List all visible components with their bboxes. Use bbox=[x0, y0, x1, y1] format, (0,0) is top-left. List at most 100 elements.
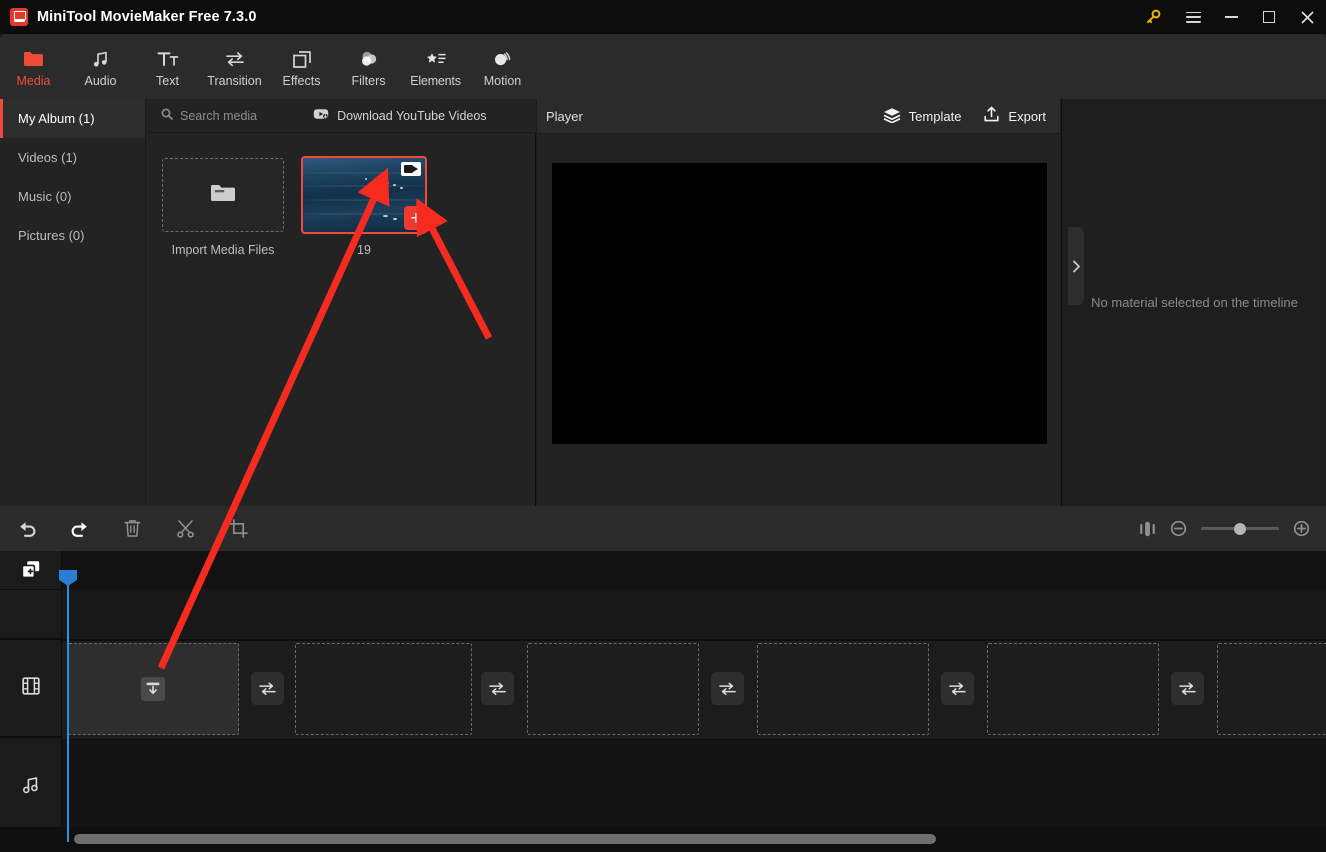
timeline-track-headers bbox=[0, 551, 62, 837]
download-youtube-button[interactable]: Download YouTube Videos bbox=[313, 108, 487, 123]
layers-stack-icon bbox=[883, 107, 901, 126]
redo-button[interactable] bbox=[53, 506, 106, 551]
tab-filters[interactable]: Filters bbox=[335, 34, 402, 99]
sidebar-item-label: Videos (1) bbox=[18, 150, 78, 165]
tab-transition-label: Transition bbox=[207, 74, 262, 89]
transition-arrows-icon bbox=[719, 682, 736, 695]
import-media-label: Import Media Files bbox=[171, 243, 275, 257]
maximize-icon[interactable] bbox=[1250, 0, 1288, 34]
transition-slot-3[interactable] bbox=[941, 672, 974, 705]
sidebar-item-pictures[interactable]: Pictures (0) bbox=[0, 216, 145, 255]
import-media-button[interactable] bbox=[162, 158, 284, 232]
tab-audio-label: Audio bbox=[84, 74, 117, 89]
search-icon bbox=[161, 108, 173, 123]
transition-arrows-icon bbox=[224, 49, 246, 69]
add-track-button[interactable] bbox=[0, 551, 61, 589]
delete-button[interactable] bbox=[106, 506, 159, 551]
menu-icon[interactable] bbox=[1174, 0, 1212, 34]
clip-slot-0[interactable] bbox=[67, 643, 239, 735]
export-label: Export bbox=[1008, 108, 1046, 124]
clip-slot-5[interactable] bbox=[1217, 643, 1326, 735]
clip-slot-3[interactable] bbox=[757, 643, 929, 735]
add-to-timeline-button[interactable]: + bbox=[404, 206, 425, 230]
sidebar-item-my-album[interactable]: My Album (1) bbox=[0, 99, 145, 138]
app-title: MiniTool MovieMaker Free 7.3.0 bbox=[37, 9, 257, 25]
zoom-handle[interactable] bbox=[1234, 522, 1246, 535]
tab-elements[interactable]: Elements bbox=[402, 34, 469, 99]
transition-arrows-icon bbox=[259, 682, 276, 695]
transition-slot-0[interactable] bbox=[251, 672, 284, 705]
clip-slot-4[interactable] bbox=[987, 643, 1159, 735]
crop-button[interactable] bbox=[212, 506, 265, 551]
search-input[interactable]: Search media bbox=[161, 108, 257, 123]
search-placeholder: Search media bbox=[180, 108, 258, 123]
player-title: Player bbox=[546, 108, 583, 124]
timeline-text-row[interactable] bbox=[62, 589, 1326, 640]
clip-slot-1[interactable] bbox=[295, 643, 472, 735]
export-button[interactable]: Export bbox=[983, 106, 1046, 126]
star-list-icon bbox=[425, 49, 447, 69]
film-strip-icon bbox=[21, 676, 41, 701]
zoom-in-button[interactable] bbox=[1293, 520, 1310, 537]
transition-slot-4[interactable] bbox=[1171, 672, 1204, 705]
minimize-icon[interactable] bbox=[1212, 0, 1250, 34]
sidebar-item-music[interactable]: Music (0) bbox=[0, 177, 145, 216]
tab-transition[interactable]: Transition bbox=[201, 34, 268, 99]
sidebar-item-label: My Album (1) bbox=[18, 111, 95, 126]
media-toolbar: Search media Download YouTube Videos bbox=[147, 99, 536, 133]
media-grid: Import Media Files + 19 bbox=[147, 133, 536, 257]
timeline-horizontal-scrollbar[interactable] bbox=[74, 834, 936, 844]
music-note-icon bbox=[91, 49, 110, 69]
text-tt-icon bbox=[157, 49, 179, 69]
timeline-ruler[interactable] bbox=[62, 551, 1326, 589]
player-header: Player Template Export bbox=[537, 99, 1060, 134]
fit-to-timeline-button[interactable] bbox=[1139, 521, 1156, 537]
property-panel: No material selected on the timeline bbox=[1061, 99, 1326, 506]
transition-slot-2[interactable] bbox=[711, 672, 744, 705]
transition-slot-1[interactable] bbox=[481, 672, 514, 705]
close-icon[interactable] bbox=[1288, 0, 1326, 34]
video-track-header[interactable] bbox=[0, 639, 61, 737]
preview-stage[interactable] bbox=[552, 163, 1047, 444]
split-button[interactable] bbox=[159, 506, 212, 551]
movie-maker-logo-icon bbox=[10, 8, 28, 26]
tab-text[interactable]: Text bbox=[134, 34, 201, 99]
zoom-out-button[interactable] bbox=[1170, 520, 1187, 537]
clip-slot-2[interactable] bbox=[527, 643, 699, 735]
playhead[interactable] bbox=[59, 570, 77, 842]
filters-circles-icon bbox=[359, 49, 379, 69]
player-panel: Player Template Export bbox=[537, 99, 1060, 593]
tab-motion[interactable]: Motion bbox=[469, 34, 536, 99]
audio-track-header[interactable] bbox=[0, 737, 61, 837]
sidebar-item-label: Music (0) bbox=[18, 189, 72, 204]
undo-button[interactable] bbox=[0, 506, 53, 551]
album-list: My Album (1) Videos (1) Music (0) Pictur… bbox=[0, 99, 146, 506]
zoom-slider[interactable] bbox=[1201, 522, 1279, 535]
layers-square-icon bbox=[292, 49, 312, 69]
title-bar: MiniTool MovieMaker Free 7.3.0 bbox=[0, 0, 1326, 34]
key-icon[interactable] bbox=[1132, 0, 1174, 34]
tab-media[interactable]: Media bbox=[0, 34, 67, 99]
tab-effects[interactable]: Effects bbox=[268, 34, 335, 99]
timeline-audio-row[interactable] bbox=[62, 740, 1326, 827]
sidebar-item-videos[interactable]: Videos (1) bbox=[0, 138, 145, 177]
tab-effects-label: Effects bbox=[282, 74, 321, 89]
window-controls bbox=[1132, 0, 1326, 34]
timeline-toolbar bbox=[0, 506, 1326, 551]
drop-here-icon bbox=[141, 677, 165, 701]
folder-icon bbox=[209, 182, 237, 209]
media-browser: Search media Download YouTube Videos Imp… bbox=[147, 99, 536, 506]
transition-arrows-icon bbox=[949, 682, 966, 695]
empty-state-message: No material selected on the timeline bbox=[1091, 295, 1298, 310]
transition-arrows-icon bbox=[489, 682, 506, 695]
template-label: Template bbox=[908, 108, 962, 124]
tab-audio[interactable]: Audio bbox=[67, 34, 134, 99]
folder-icon bbox=[23, 49, 44, 69]
sidebar-item-label: Pictures (0) bbox=[18, 228, 85, 243]
media-thumbnail-19[interactable]: + bbox=[301, 156, 427, 234]
media-item-label: 19 bbox=[357, 243, 371, 257]
template-button[interactable]: Template bbox=[883, 106, 962, 126]
text-track-header bbox=[0, 589, 61, 639]
tab-elements-label: Elements bbox=[410, 74, 461, 89]
media-panel: My Album (1) Videos (1) Music (0) Pictur… bbox=[0, 99, 536, 506]
